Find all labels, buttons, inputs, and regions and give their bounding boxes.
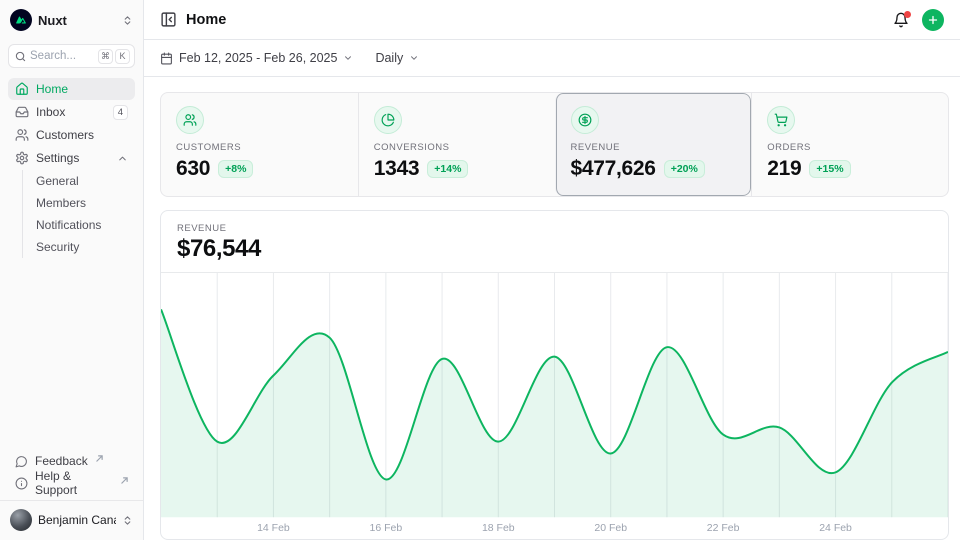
plus-icon (927, 14, 939, 26)
home-icon (15, 82, 29, 96)
users-icon (15, 128, 29, 142)
stat-label: CUSTOMERS (176, 142, 343, 153)
sidebar-item-label: Settings (36, 151, 79, 165)
sidebar-item-members[interactable]: Members (23, 192, 135, 214)
settings-submenu: General Members Notifications Security (22, 170, 135, 258)
sidebar-item-general[interactable]: General (23, 170, 135, 192)
chart-metric-label: REVENUE (177, 223, 932, 234)
cart-icon (767, 106, 795, 134)
sidebar-item-notifications[interactable]: Notifications (23, 214, 135, 236)
stat-value: $477,626 (571, 157, 656, 181)
svg-text:14 Feb: 14 Feb (257, 523, 290, 534)
stat-value: 219 (767, 157, 801, 181)
chart-metric-value: $76,544 (177, 235, 932, 263)
page-title: Home (186, 12, 226, 28)
inbox-icon (15, 105, 29, 119)
sidebar-item-customers[interactable]: Customers (8, 124, 135, 146)
team-name: Nuxt (38, 13, 116, 28)
sidebar-item-label: Inbox (36, 105, 65, 119)
help-support-link[interactable]: Help & Support (8, 472, 135, 494)
stat-delta-badge: +15% (809, 160, 850, 178)
chart-header: REVENUE $76,544 (161, 211, 948, 273)
stat-value: 1343 (374, 157, 420, 181)
sidebar-item-security[interactable]: Security (23, 236, 135, 258)
search-icon (15, 51, 26, 62)
external-link-icon (121, 477, 128, 484)
sidebar-item-label: Customers (36, 128, 94, 142)
pie-chart-icon (374, 106, 402, 134)
main-area: Home Feb 12, 2025 - Feb 26, 2025 (144, 0, 960, 540)
user-menu[interactable]: Benjamin Canac (8, 508, 135, 532)
chevron-down-icon (409, 53, 419, 63)
message-bubble-icon (15, 455, 28, 468)
sidebar: Nuxt ⌘ K Home I (0, 0, 144, 540)
stat-delta-badge: +14% (427, 160, 468, 178)
app-root: Nuxt ⌘ K Home I (0, 0, 960, 540)
chart-plot-area: 14 Feb 16 Feb 18 Feb 20 Feb 22 Feb 24 Feb (161, 273, 948, 539)
sidebar-item-label: Home (36, 82, 68, 96)
stat-card-orders[interactable]: ORDERS 219 +15% (751, 93, 948, 196)
users-stat-icon (176, 106, 204, 134)
stats-row: CUSTOMERS 630 +8% CONVERSIONS 1343 +14% (160, 92, 949, 197)
chevron-down-icon (343, 53, 353, 63)
calendar-icon (160, 52, 173, 65)
search-field[interactable] (30, 50, 94, 62)
notification-dot (904, 11, 911, 18)
filters-toolbar: Feb 12, 2025 - Feb 26, 2025 Daily (144, 40, 960, 77)
date-range-picker[interactable]: Feb 12, 2025 - Feb 26, 2025 (160, 51, 353, 65)
command-kbd: ⌘ (98, 49, 113, 64)
date-range-label: Feb 12, 2025 - Feb 26, 2025 (179, 51, 337, 65)
user-name: Benjamin Canac (38, 513, 116, 527)
stat-delta-badge: +8% (218, 160, 253, 178)
team-switcher[interactable]: Nuxt (8, 8, 135, 32)
stat-label: ORDERS (767, 142, 933, 153)
stat-card-customers[interactable]: CUSTOMERS 630 +8% (161, 93, 358, 196)
svg-text:24 Feb: 24 Feb (819, 523, 852, 534)
stat-card-conversions[interactable]: CONVERSIONS 1343 +14% (358, 93, 555, 196)
stat-delta-badge: +20% (664, 160, 705, 178)
avatar (10, 509, 32, 531)
stat-value: 630 (176, 157, 210, 181)
dollar-circle-icon (571, 106, 599, 134)
stat-label: CONVERSIONS (374, 142, 540, 153)
granularity-select[interactable]: Daily (375, 51, 419, 65)
revenue-chart-card: REVENUE $76,544 14 Feb 16 Feb 18 Feb 20 Feb… (160, 210, 949, 540)
external-link-icon (96, 455, 103, 462)
info-icon (15, 477, 28, 490)
revenue-chart: 14 Feb 16 Feb 18 Feb 20 Feb 22 Feb 24 Feb (161, 273, 948, 539)
chevrons-up-down-icon (122, 15, 133, 26)
sidebar-item-home[interactable]: Home (8, 78, 135, 100)
notifications-button[interactable] (893, 12, 909, 28)
main-header: Home (144, 0, 960, 40)
svg-text:20 Feb: 20 Feb (594, 523, 627, 534)
sidebar-divider (0, 500, 143, 501)
svg-text:16 Feb: 16 Feb (370, 523, 403, 534)
k-kbd: K (115, 49, 130, 64)
stat-label: REVENUE (571, 142, 737, 153)
search-input[interactable]: ⌘ K (8, 44, 135, 68)
svg-text:22 Feb: 22 Feb (707, 523, 740, 534)
inbox-count-badge: 4 (113, 105, 128, 120)
svg-text:18 Feb: 18 Feb (482, 523, 515, 534)
stat-card-revenue[interactable]: REVENUE $477,626 +20% (555, 93, 752, 196)
sidebar-item-inbox[interactable]: Inbox 4 (8, 101, 135, 123)
add-button[interactable] (922, 9, 944, 31)
content: CUSTOMERS 630 +8% CONVERSIONS 1343 +14% (144, 77, 960, 540)
sidebar-nav: Home Inbox 4 Customers Settings (8, 78, 135, 259)
chevrons-up-down-icon (122, 515, 133, 526)
nuxt-logo-icon (10, 9, 32, 31)
gear-icon (15, 151, 29, 165)
chevron-up-icon (117, 153, 128, 164)
granularity-label: Daily (375, 51, 403, 65)
sidebar-collapse-icon[interactable] (160, 11, 177, 28)
sidebar-item-settings[interactable]: Settings (8, 147, 135, 169)
